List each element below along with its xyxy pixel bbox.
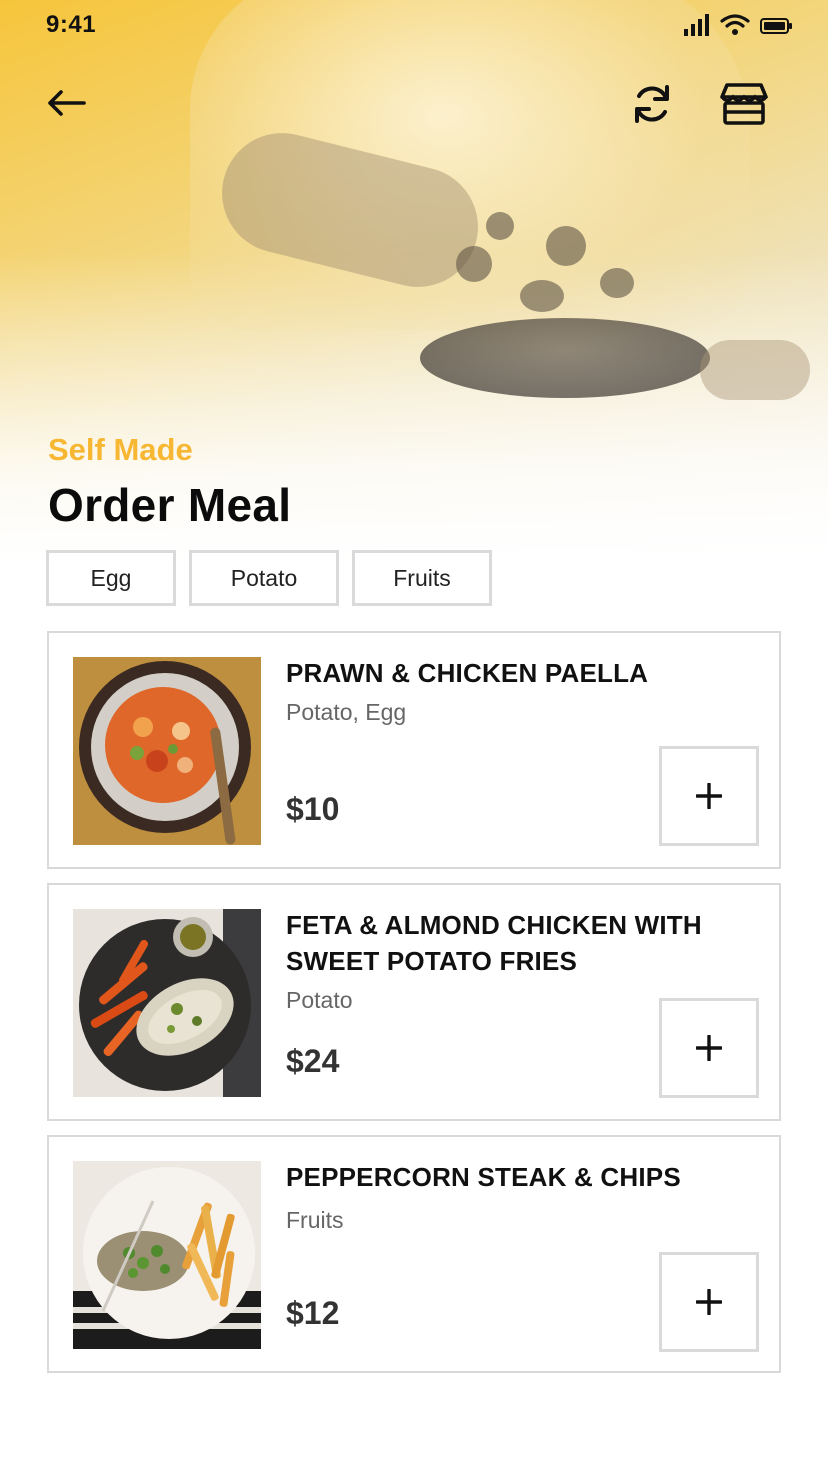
flying-vegetable (486, 212, 514, 240)
wifi-icon (720, 14, 750, 35)
frying-pan (420, 318, 710, 398)
back-button[interactable] (40, 80, 92, 126)
filter-chip-potato[interactable]: Potato (189, 550, 339, 606)
steak-chips-dish-image (73, 1161, 261, 1349)
meal-name: PEPPERCORN STEAK & CHIPS (286, 1162, 681, 1192)
plus-icon (696, 1289, 722, 1315)
status-icons (684, 14, 792, 36)
meal-image-steak-chips (73, 1161, 261, 1349)
meal-price: $12 (286, 1295, 340, 1331)
store-button[interactable] (714, 76, 774, 132)
meal-card[interactable]: PRAWN & CHICKEN PAELLA Potato, Egg $10 (47, 631, 781, 869)
meal-tags: Potato, Egg (286, 699, 407, 725)
meal-price: $24 (286, 1043, 340, 1079)
chef-hand (700, 340, 810, 400)
flying-vegetable (600, 268, 634, 298)
meal-image-paella (73, 657, 261, 845)
status-time: 9:41 (46, 11, 97, 38)
feta-chicken-dish-image (73, 909, 261, 1097)
signal-icon (684, 14, 709, 36)
hero-image (0, 0, 828, 560)
meal-tags: Potato (286, 987, 353, 1013)
page-subtitle: Self Made (48, 432, 193, 467)
meal-name: FETA & ALMOND CHICKEN WITH SWEET POTATO … (286, 910, 702, 976)
arrow-left-icon (48, 90, 86, 116)
filter-chip-fruits[interactable]: Fruits (352, 550, 492, 606)
refresh-icon (635, 85, 669, 123)
refresh-button[interactable] (624, 76, 680, 132)
meal-price: $10 (286, 791, 340, 827)
paella-dish-image (73, 657, 261, 845)
filter-chip-egg[interactable]: Egg (46, 550, 176, 606)
store-icon (720, 83, 768, 125)
meal-image-feta-chicken (73, 909, 261, 1097)
filter-chips: Egg Potato Fruits (46, 550, 492, 606)
plus-icon (696, 1035, 722, 1061)
flying-vegetable (520, 280, 564, 312)
battery-icon (760, 18, 792, 34)
status-bar: 9:41 (0, 0, 828, 52)
flying-vegetable (456, 246, 492, 282)
meal-card[interactable]: FETA & ALMOND CHICKEN WITH SWEET POTATO … (47, 883, 781, 1121)
meal-tags: Fruits (286, 1207, 344, 1233)
meal-name: PRAWN & CHICKEN PAELLA (286, 658, 649, 688)
add-to-order-button[interactable] (659, 746, 759, 846)
flying-vegetable (546, 226, 586, 266)
add-to-order-button[interactable] (659, 1252, 759, 1352)
page-title: Order Meal (48, 479, 292, 531)
meal-card[interactable]: PEPPERCORN STEAK & CHIPS Fruits $12 (47, 1135, 781, 1373)
add-to-order-button[interactable] (659, 998, 759, 1098)
plus-icon (696, 783, 722, 809)
